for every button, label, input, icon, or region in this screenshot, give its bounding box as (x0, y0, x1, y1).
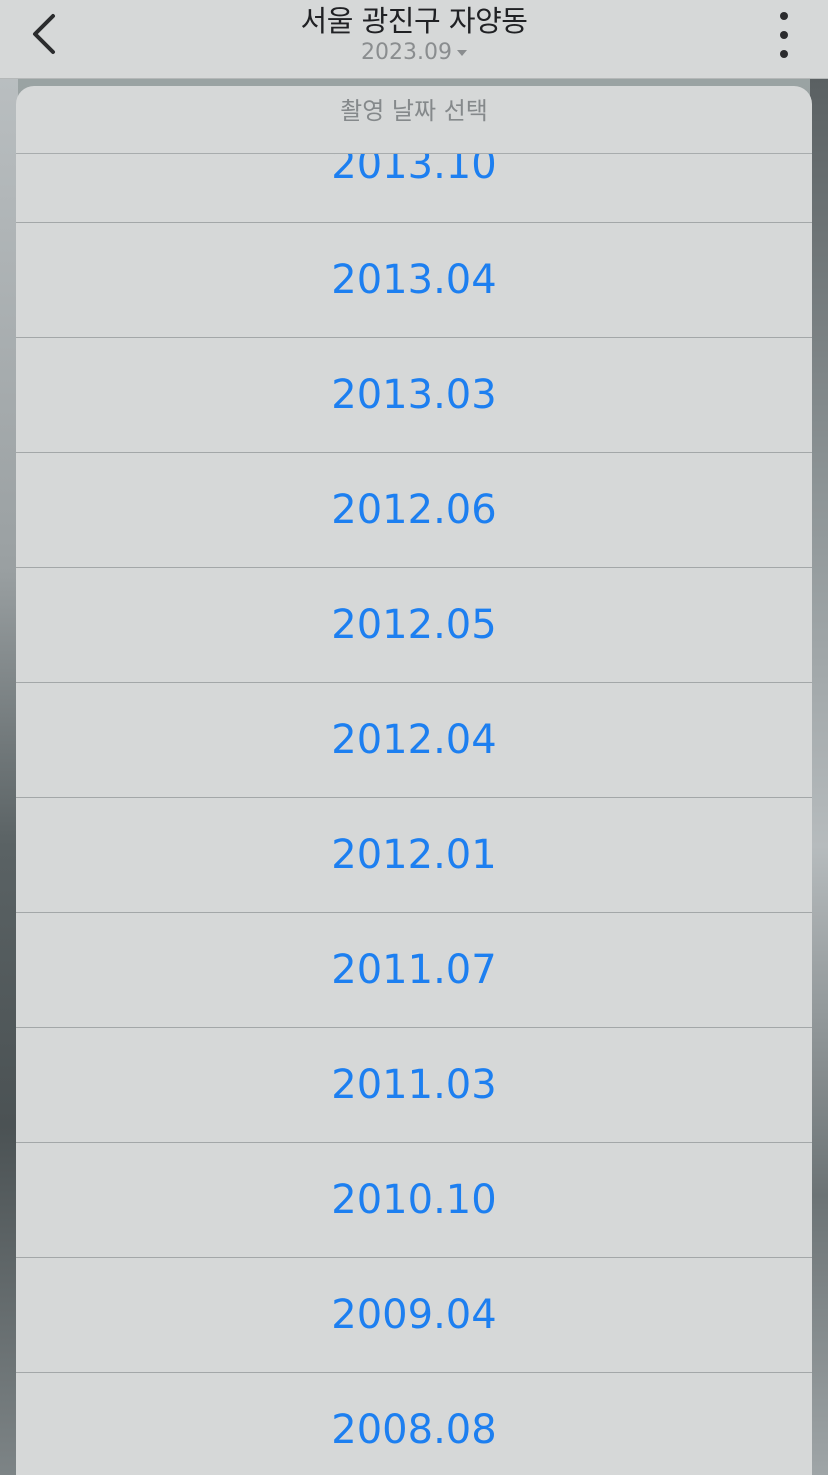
more-options-button[interactable] (766, 12, 802, 58)
date-option[interactable]: 2012.06 (16, 453, 812, 568)
date-option[interactable]: 2012.04 (16, 683, 812, 798)
top-bar: 서울 광진구 자양동 2023.09 (0, 0, 828, 79)
sheet-title: 촬영 날짜 선택 (16, 86, 812, 154)
date-option[interactable]: 2008.08 (16, 1373, 812, 1475)
date-option[interactable]: 2013.10 (16, 154, 812, 223)
date-option[interactable]: 2011.07 (16, 913, 812, 1028)
caret-down-icon (456, 49, 467, 56)
back-button[interactable] (20, 10, 68, 58)
more-vertical-icon-dot-1 (780, 12, 788, 20)
street-view-right-edge (810, 78, 828, 1475)
more-vertical-icon-dot-2 (780, 31, 788, 39)
location-title: 서울 광진구 자양동 (300, 4, 528, 38)
current-date-label: 2023.09 (361, 40, 452, 65)
date-option[interactable]: 2013.03 (16, 338, 812, 453)
date-option[interactable]: 2010.10 (16, 1143, 812, 1258)
date-option[interactable]: 2012.01 (16, 798, 812, 913)
date-option[interactable]: 2011.03 (16, 1028, 812, 1143)
date-list-scroll[interactable]: 2013.10 2013.04 2013.03 2012.06 2012.05 2012.… (16, 154, 812, 1475)
more-vertical-icon-dot-3 (780, 50, 788, 58)
date-picker-sheet: 촬영 날짜 선택 2013.10 2013.04 2013.03 2012.06 201… (16, 86, 812, 1475)
date-option[interactable]: 2013.04 (16, 223, 812, 338)
date-list[interactable]: 2013.10 2013.04 2013.03 2012.06 2012.05 2012.… (16, 154, 812, 1475)
date-dropdown[interactable]: 2023.09 (361, 40, 467, 65)
date-option[interactable]: 2009.04 (16, 1258, 812, 1373)
title-block: 서울 광진구 자양동 2023.09 (150, 0, 678, 78)
chevron-left-icon (33, 14, 55, 54)
date-option[interactable]: 2012.05 (16, 568, 812, 683)
